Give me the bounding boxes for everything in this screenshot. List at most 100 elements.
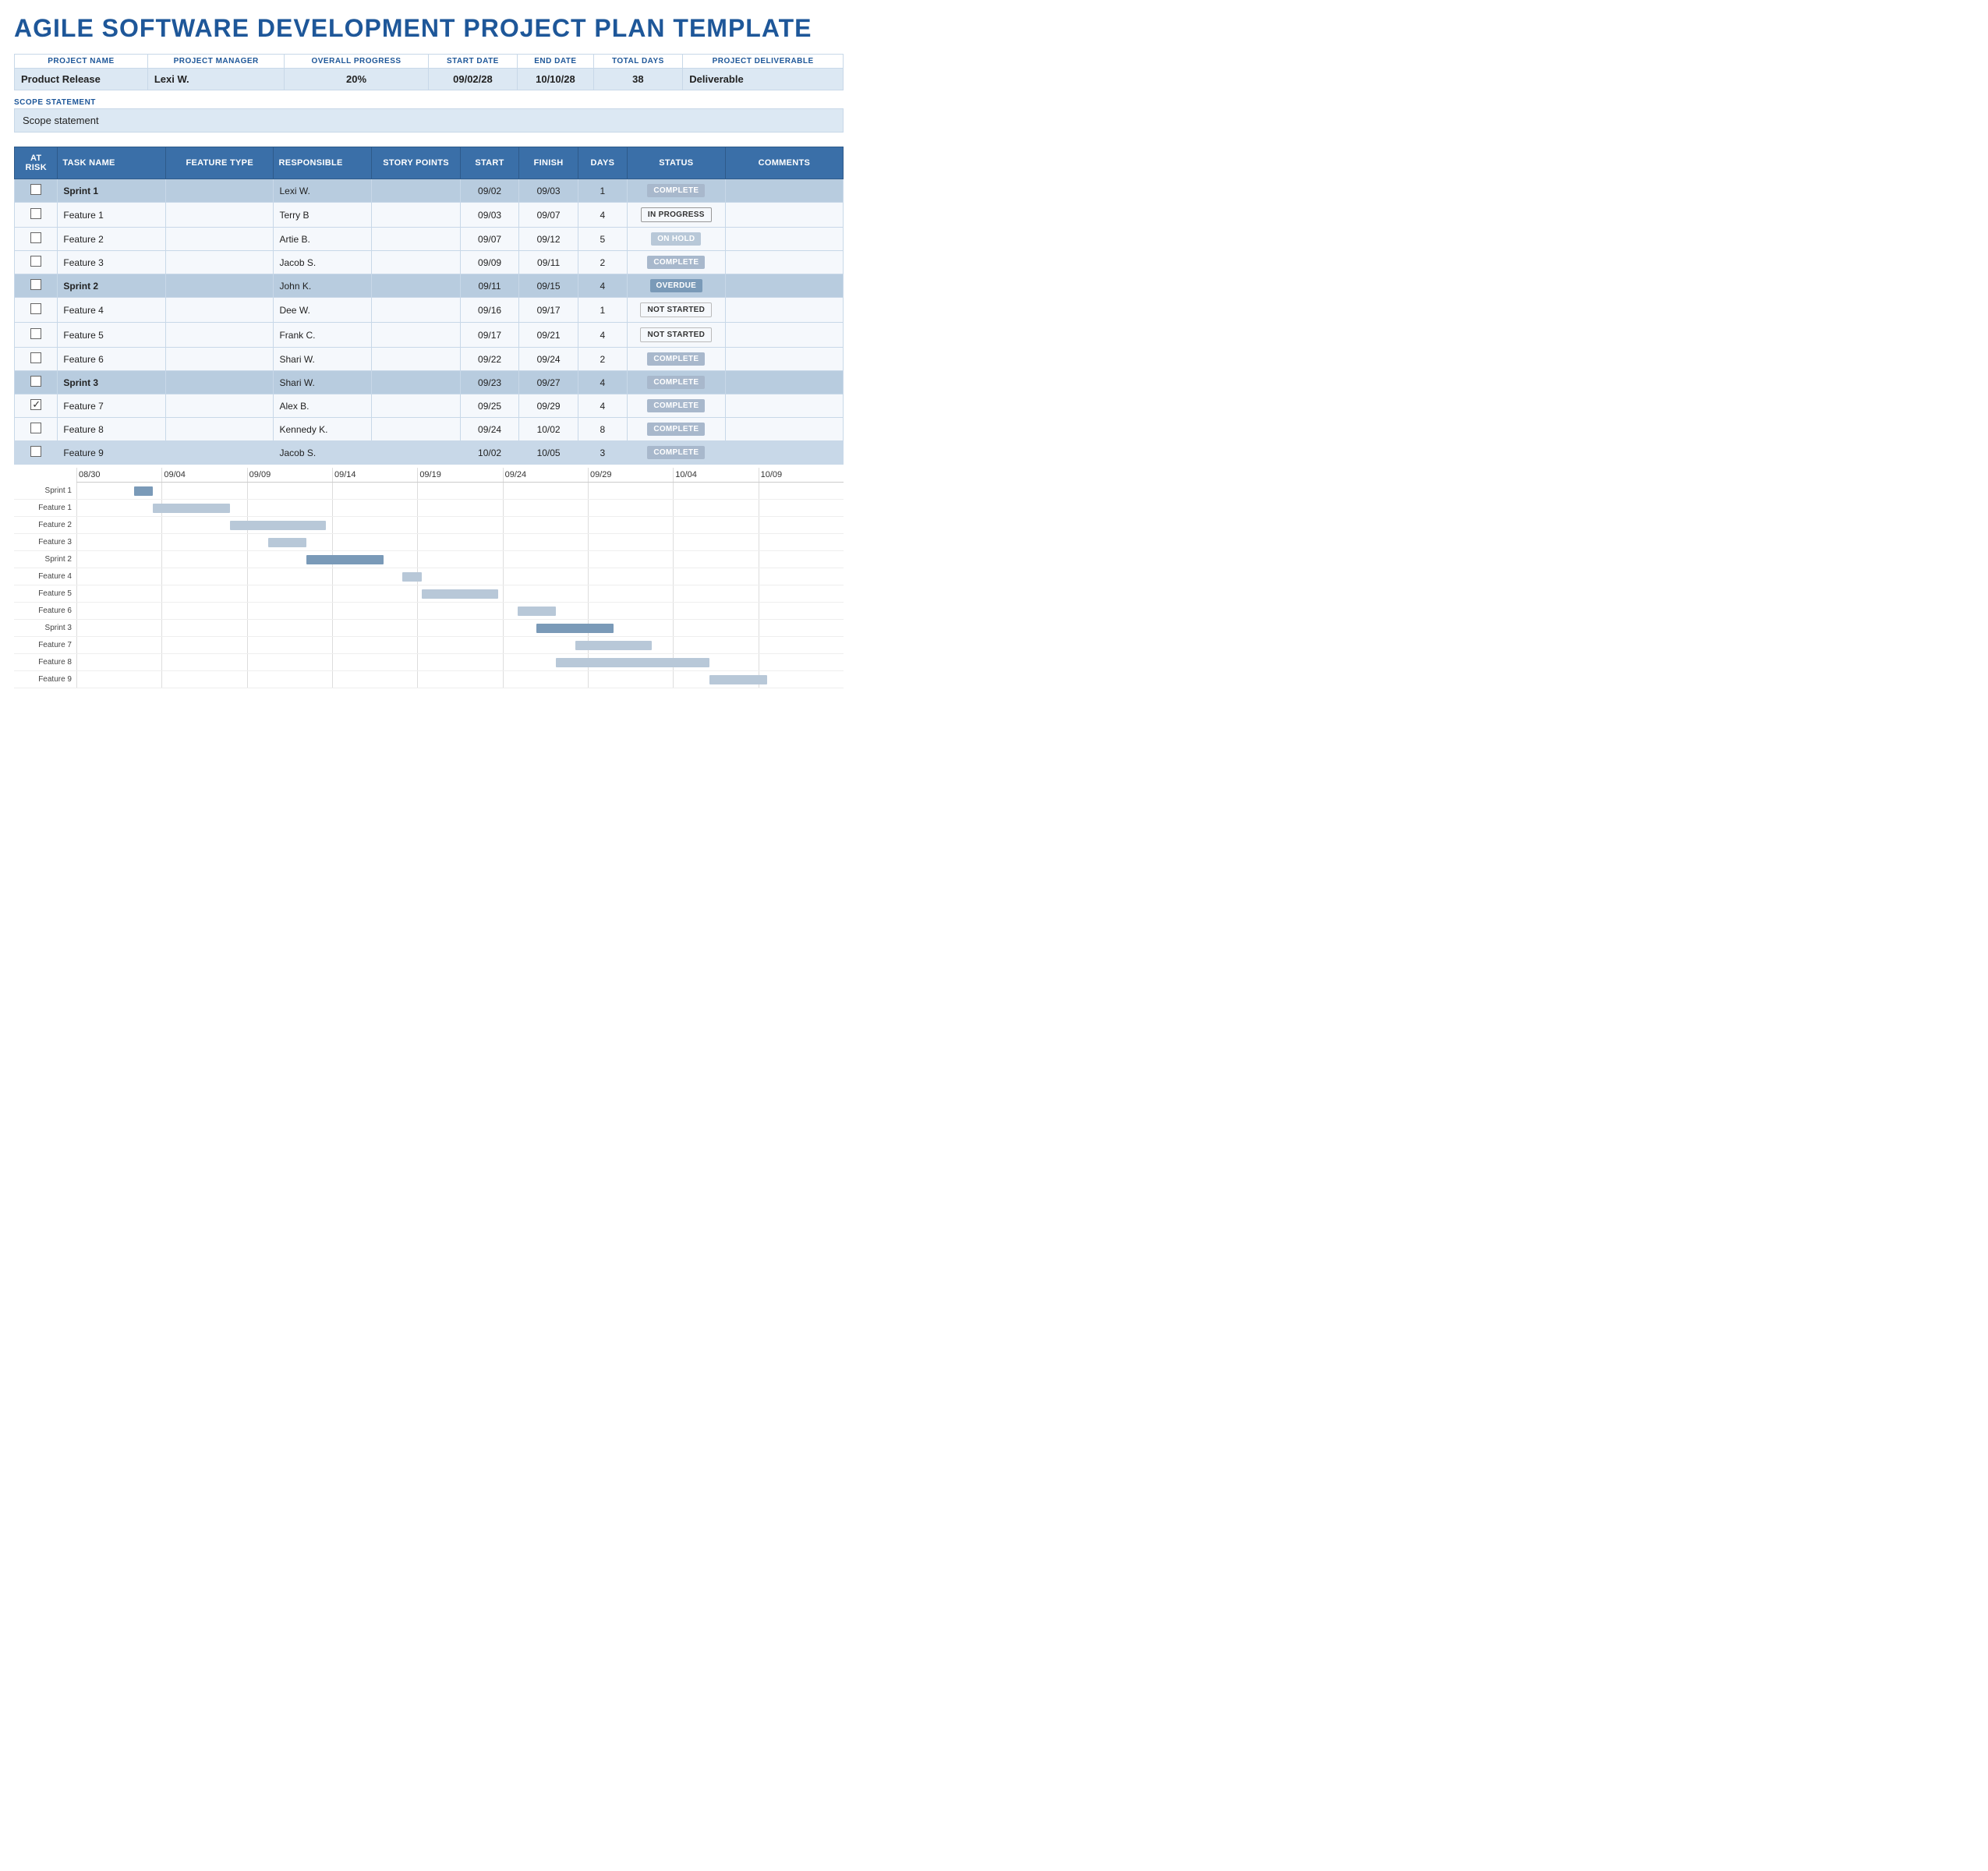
gantt-grid-col: [332, 534, 417, 550]
status-badge: COMPLETE: [647, 184, 705, 197]
gantt-row-label: Sprint 3: [14, 624, 76, 632]
gantt-grid-col: [417, 603, 502, 619]
gantt-grid-col: [503, 483, 588, 499]
at-risk-cell[interactable]: [15, 274, 58, 298]
at-risk-checkbox[interactable]: [30, 208, 41, 219]
at-risk-checkbox[interactable]: [30, 423, 41, 433]
total-days-value: 38: [593, 69, 683, 90]
responsible-cell: Shari W.: [274, 371, 372, 394]
at-risk-checkbox[interactable]: [30, 376, 41, 387]
days-cell: 1: [578, 298, 627, 323]
at-risk-checkbox[interactable]: [30, 303, 41, 314]
gantt-row-bars: [76, 517, 844, 533]
finish-cell: 09/29: [519, 394, 578, 418]
at-risk-cell[interactable]: [15, 348, 58, 371]
gantt-grid-col: [247, 483, 332, 499]
at-risk-cell[interactable]: [15, 371, 58, 394]
status-cell: IN PROGRESS: [627, 203, 725, 228]
at-risk-checkbox[interactable]: [30, 352, 41, 363]
comments-cell: [725, 441, 843, 465]
gantt-row: Sprint 2: [14, 551, 844, 568]
days-cell: 2: [578, 251, 627, 274]
at-risk-checkbox[interactable]: [30, 399, 41, 410]
task-name-cell: Sprint 3: [58, 371, 166, 394]
comments-cell: [725, 418, 843, 441]
comments-cell: [725, 371, 843, 394]
gantt-grid-col: [247, 637, 332, 653]
finish-cell: 09/03: [519, 179, 578, 203]
gantt-grid-col: [332, 654, 417, 670]
at-risk-checkbox[interactable]: [30, 256, 41, 267]
responsible-cell: Jacob S.: [274, 441, 372, 465]
table-row: Feature 7Alex B.09/2509/294COMPLETE: [15, 394, 844, 418]
at-risk-cell[interactable]: [15, 228, 58, 251]
col-header-overall-progress: OVERALL PROGRESS: [285, 55, 428, 69]
gantt-grid-col: [417, 568, 502, 585]
days-cell: 4: [578, 274, 627, 298]
gantt-grid-col: [759, 500, 844, 516]
task-name-cell: Sprint 2: [58, 274, 166, 298]
at-risk-cell[interactable]: [15, 298, 58, 323]
gantt-grid-col: [759, 585, 844, 602]
feature-type-cell: [165, 203, 274, 228]
task-table: ATRISK TASK NAME FEATURE TYPE RESPONSIBL…: [14, 147, 844, 465]
gantt-row: Sprint 3: [14, 620, 844, 637]
days-cell: 4: [578, 203, 627, 228]
table-row: Feature 6Shari W.09/2209/242COMPLETE: [15, 348, 844, 371]
gantt-grid-col: [417, 500, 502, 516]
gantt-grid-col: [673, 517, 758, 533]
gantt-bar: [709, 675, 767, 684]
at-risk-checkbox[interactable]: [30, 446, 41, 457]
gantt-grid-col: [332, 671, 417, 688]
at-risk-cell[interactable]: [15, 323, 58, 348]
comments-cell: [725, 274, 843, 298]
at-risk-cell[interactable]: [15, 203, 58, 228]
gantt-grid-col: [332, 637, 417, 653]
at-risk-checkbox[interactable]: [30, 184, 41, 195]
at-risk-cell[interactable]: [15, 441, 58, 465]
story-points-cell: [372, 251, 460, 274]
at-risk-cell[interactable]: [15, 179, 58, 203]
gantt-grid-col: [588, 517, 673, 533]
gantt-grid-col: [503, 585, 588, 602]
days-cell: 1: [578, 179, 627, 203]
col-header-project-name: PROJECT NAME: [15, 55, 148, 69]
gantt-grid-lines: [76, 603, 844, 619]
col-header-start-date: START DATE: [428, 55, 518, 69]
at-risk-cell[interactable]: [15, 394, 58, 418]
gantt-row-label: Feature 1: [14, 504, 76, 512]
gantt-row-label: Sprint 1: [14, 486, 76, 495]
gantt-bar: [306, 555, 383, 564]
finish-cell: 09/11: [519, 251, 578, 274]
gantt-grid-lines: [76, 551, 844, 568]
at-risk-cell[interactable]: [15, 418, 58, 441]
status-badge: COMPLETE: [647, 376, 705, 389]
comments-cell: [725, 228, 843, 251]
feature-type-cell: [165, 179, 274, 203]
at-risk-cell[interactable]: [15, 251, 58, 274]
th-task-name: TASK NAME: [58, 147, 166, 179]
at-risk-checkbox[interactable]: [30, 279, 41, 290]
at-risk-checkbox[interactable]: [30, 328, 41, 339]
task-name-cell: Feature 7: [58, 394, 166, 418]
project-name-value: Product Release: [15, 69, 148, 90]
at-risk-checkbox[interactable]: [30, 232, 41, 243]
gantt-grid-col: [76, 603, 161, 619]
gantt-grid-col: [417, 637, 502, 653]
gantt-row: Feature 2: [14, 517, 844, 534]
gantt-grid-col: [759, 534, 844, 550]
status-cell: NOT STARTED: [627, 323, 725, 348]
gantt-container: 08/3009/0409/0909/1409/1909/2409/2910/04…: [14, 468, 844, 688]
gantt-row-bars: [76, 620, 844, 636]
gantt-grid-col: [332, 603, 417, 619]
start-cell: 09/24: [460, 418, 519, 441]
gantt-grid-col: [332, 585, 417, 602]
status-badge: IN PROGRESS: [641, 207, 712, 222]
task-name-cell: Feature 1: [58, 203, 166, 228]
gantt-grid-col: [76, 585, 161, 602]
status-cell: ON HOLD: [627, 228, 725, 251]
task-name-cell: Feature 9: [58, 441, 166, 465]
gantt-row: Feature 3: [14, 534, 844, 551]
gantt-row-label: Sprint 2: [14, 555, 76, 564]
status-badge: OVERDUE: [650, 279, 703, 292]
